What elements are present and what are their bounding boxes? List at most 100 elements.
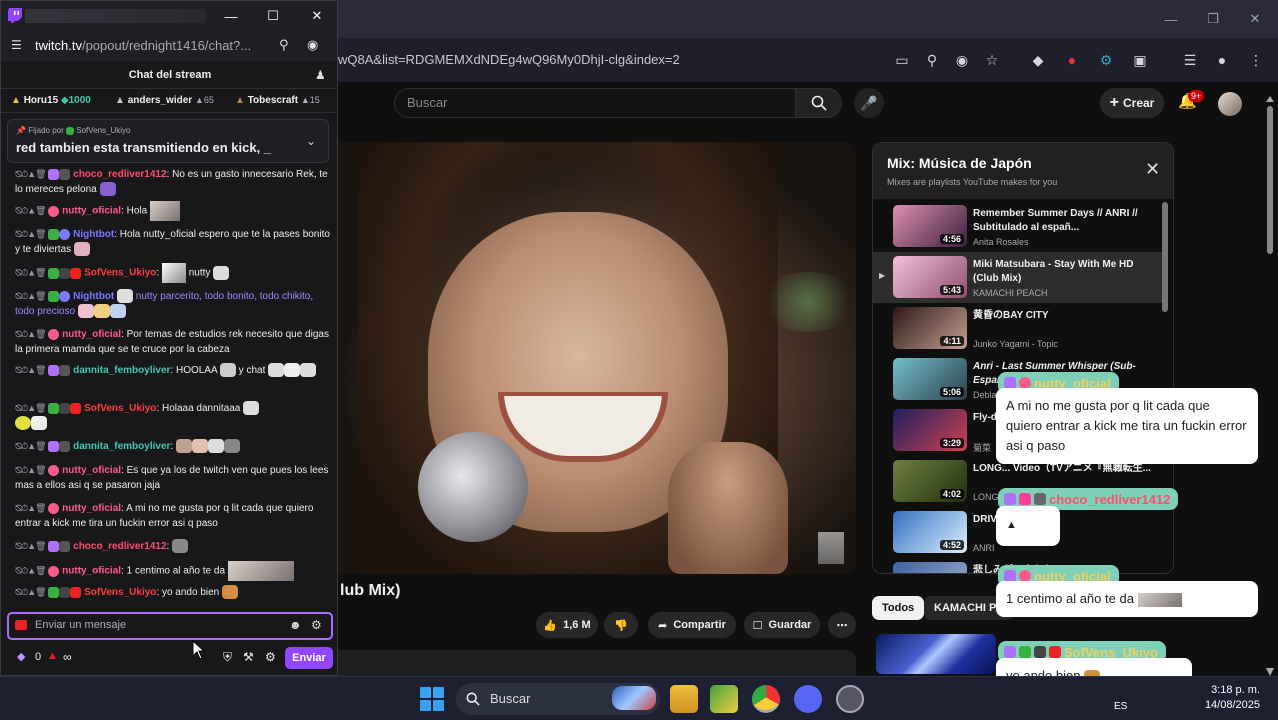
mod-actions-icon[interactable]: ⦰⏱▲🗑: [15, 365, 47, 375]
twitch-url[interactable]: twitch.tv/popout/rednight1416/chat?...: [35, 38, 251, 53]
gear-icon[interactable]: ⚙: [265, 650, 276, 664]
youtube-search-input[interactable]: Buscar: [394, 88, 796, 118]
system-clock[interactable]: 3:18 p. m. 14/08/2025: [1196, 683, 1260, 713]
page-scrollbar[interactable]: [1266, 96, 1274, 676]
steam-icon[interactable]: [836, 685, 864, 713]
mod-actions-icon[interactable]: ⦰⏱▲🗑: [15, 206, 47, 216]
mod-actions-icon[interactable]: ⦰⏱▲🗑: [15, 329, 47, 339]
voice-search-button[interactable]: 🎤: [854, 88, 884, 118]
mod-actions-icon[interactable]: ⦰⏱▲🗑: [15, 441, 47, 451]
youtube-search-button[interactable]: [796, 88, 842, 118]
pinned-message[interactable]: 📌 Fijado por SofVens_Ukiyo red tambien e…: [7, 119, 329, 163]
chat-input[interactable]: Enviar un mensaje ☻ ⚙: [7, 612, 333, 640]
windows-start-button[interactable]: [420, 687, 444, 711]
emote-picker-icon[interactable]: ☻: [289, 618, 302, 632]
avatar[interactable]: [1218, 92, 1242, 116]
restore-button[interactable]: ❐: [1192, 0, 1234, 38]
mod-actions-icon[interactable]: ⦰⏱▲🗑: [15, 566, 47, 576]
playlist-item[interactable]: 4:11 黄昏のBAY CITY Junko Yagami - Topic: [873, 303, 1163, 354]
playlist-scrollbar[interactable]: [1162, 202, 1168, 312]
chrome-icon[interactable]: [752, 685, 780, 713]
users-icon[interactable]: ♟: [315, 68, 326, 82]
more-actions-button[interactable]: ⋯: [828, 612, 856, 638]
close-icon[interactable]: ✕: [1145, 159, 1160, 180]
maximize-button[interactable]: ☐: [253, 1, 293, 31]
chat-messages[interactable]: ⦰⏱▲🗑 choco_redliver1412: No es un gasto …: [1, 165, 337, 607]
chat-username[interactable]: nutty_oficial: [62, 503, 121, 514]
mod-actions-icon[interactable]: ⦰⏱▲🗑: [15, 268, 47, 278]
camera-icon[interactable]: [15, 620, 27, 630]
discord-icon[interactable]: [794, 685, 822, 713]
extension-badge-icon[interactable]: ▲: [47, 650, 58, 662]
playlist-item[interactable]: 4:56 Remember Summer Days // ANRI // Sub…: [873, 201, 1163, 252]
mod-tools-icon[interactable]: ⚒: [243, 650, 254, 664]
save-button[interactable]: ☐ Guardar: [744, 612, 820, 638]
mod-actions-icon[interactable]: ⦰⏱▲🗑: [15, 229, 47, 239]
leaderboard-entry[interactable]: ▲ Tobescraft ▲15: [235, 95, 320, 106]
app-icon[interactable]: [710, 685, 738, 713]
media-controls-icon[interactable]: ☰: [1180, 50, 1200, 70]
mod-actions-icon[interactable]: ⦰⏱▲🗑: [15, 403, 47, 413]
chat-username[interactable]: choco_redliver1412: [73, 541, 166, 552]
language-indicator[interactable]: ES: [1114, 701, 1127, 712]
eye-off-icon[interactable]: ◉: [307, 37, 318, 53]
chat-username[interactable]: nutty_oficial: [62, 465, 121, 476]
zoom-icon[interactable]: ⚲: [279, 37, 289, 53]
mod-actions-icon[interactable]: ⦰⏱▲🗑: [15, 587, 47, 597]
shield-icon[interactable]: ⛨: [223, 650, 232, 665]
eye-off-icon[interactable]: ◉: [952, 50, 972, 70]
chat-username[interactable]: nutty_oficial: [62, 566, 121, 577]
extension-emote-icon[interactable]: ⚙: [311, 618, 322, 632]
chat-username[interactable]: SofVens_Ukiyo: [84, 403, 156, 414]
description-box[interactable]: [338, 650, 856, 676]
chevron-down-icon[interactable]: ⌄: [306, 134, 316, 148]
bookmark-star-icon[interactable]: ☆: [982, 50, 1002, 70]
chat-username[interactable]: dannita_femboyliver: [73, 441, 170, 452]
translate-extension-icon[interactable]: ⚙: [1096, 50, 1116, 70]
send-button[interactable]: Enviar: [285, 647, 333, 669]
chat-username[interactable]: Nightbot: [73, 229, 114, 240]
close-window-button[interactable]: ✕: [1234, 0, 1276, 38]
adblock-extension-icon[interactable]: ●: [1062, 50, 1082, 70]
chat-username[interactable]: SofVens_Ukiyo: [84, 587, 156, 598]
chat-username[interactable]: dannita_femboyliver: [73, 365, 170, 376]
puzzle-icon[interactable]: ▣: [1130, 50, 1150, 70]
twitch-address-bar[interactable]: ☰ twitch.tv/popout/rednight1416/chat?...…: [1, 31, 337, 61]
file-explorer-icon[interactable]: [670, 685, 698, 713]
chat-username[interactable]: choco_redliver1412: [73, 169, 166, 180]
emote-badge-icon: [1034, 493, 1046, 505]
minimize-button[interactable]: —: [1150, 0, 1192, 38]
channel-points-icon[interactable]: ◆: [17, 650, 25, 663]
chip-todos[interactable]: Todos: [872, 596, 925, 620]
chat-text: Hola: [126, 205, 148, 217]
chat-username[interactable]: Nightbot: [73, 291, 114, 302]
create-button[interactable]: + Crear: [1100, 88, 1164, 118]
leaderboard-entry[interactable]: ▲ anders_wider ▲65: [115, 95, 214, 106]
mod-actions-icon[interactable]: ⦰⏱▲🗑: [15, 541, 47, 551]
playlist-item-current[interactable]: ▶ 5:43 Miki Matsubara - Stay With Me HD …: [873, 252, 1163, 303]
minimize-button[interactable]: —: [211, 1, 251, 31]
chat-username[interactable]: nutty_oficial: [62, 206, 121, 217]
close-window-button[interactable]: ✕: [297, 1, 337, 31]
dislike-button[interactable]: 👎: [604, 612, 638, 638]
video-player[interactable]: [338, 142, 856, 574]
address-input[interactable]: wQ8A&list=RDGMEMXdNDEg4wQ96My0DhjI-clg&i…: [338, 46, 888, 74]
chat-username[interactable]: nutty_oficial: [62, 329, 121, 340]
chat-username[interactable]: SofVens_Ukiyo: [84, 268, 156, 279]
share-button[interactable]: ➦ Compartir: [648, 612, 736, 638]
site-settings-icon[interactable]: ☰: [11, 38, 22, 52]
extension-icon[interactable]: ◆: [1028, 50, 1048, 70]
menu-icon[interactable]: ⋮: [1246, 50, 1266, 70]
like-button[interactable]: 👍 1,6 M: [536, 612, 598, 638]
profile-icon[interactable]: ●: [1212, 50, 1232, 70]
mod-actions-icon[interactable]: ⦰⏱▲🗑: [15, 291, 47, 301]
leaderboard-entry[interactable]: ▲ Horu15 ◆1000: [11, 95, 91, 106]
channel-watermark[interactable]: [818, 532, 844, 564]
cast-icon[interactable]: ▭: [892, 50, 912, 70]
zoom-icon[interactable]: ⚲: [922, 50, 942, 70]
recommended-thumbnail[interactable]: [876, 634, 996, 674]
mod-actions-icon[interactable]: ⦰⏱▲🗑: [15, 503, 47, 513]
mod-actions-icon[interactable]: ⦰⏱▲🗑: [15, 465, 47, 475]
bits-icon: ▲: [300, 95, 310, 105]
mod-actions-icon[interactable]: ⦰⏱▲🗑: [15, 169, 47, 179]
